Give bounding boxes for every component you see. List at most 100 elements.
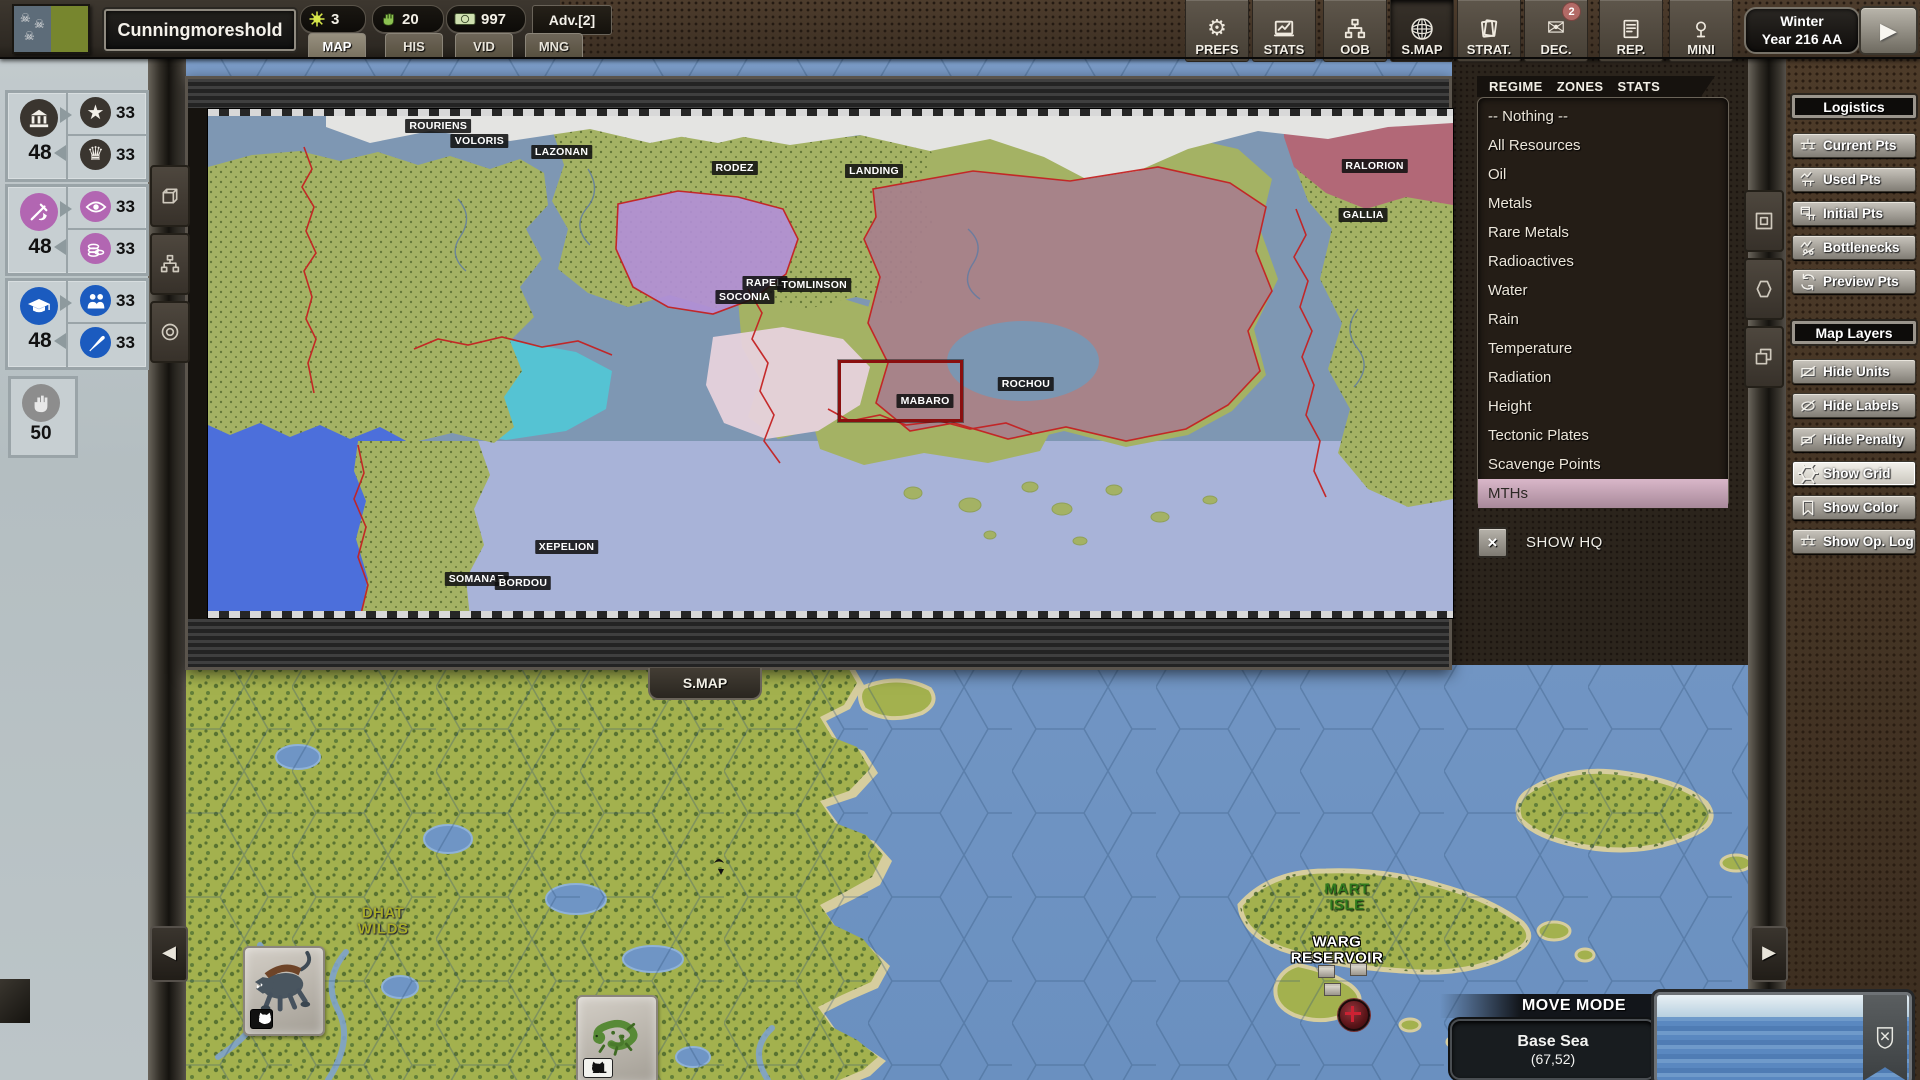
arrow-left [54, 145, 66, 161]
menu-button-label: STATS [1264, 42, 1305, 57]
divider [66, 187, 68, 273]
viewport-indicator[interactable] [838, 360, 964, 422]
stat-group[interactable]: 48 33 33 [5, 184, 149, 276]
toolbar-button-bottlenecks[interactable]: Bottlenecks [1792, 235, 1916, 260]
layer-list-item[interactable]: Scavenge Points [1478, 450, 1728, 479]
menu-button-smap[interactable]: S.MAP [1390, 0, 1454, 62]
city-label[interactable]: SOCONIA [715, 290, 774, 304]
layer-list-item[interactable]: Metals [1478, 189, 1728, 218]
regime-flag[interactable]: ☠ ☠ ☠ [12, 4, 90, 54]
view-tab-his[interactable]: HIS [385, 33, 443, 58]
toolbar-button-preview-pts[interactable]: Preview Pts [1792, 269, 1916, 294]
city-label[interactable]: LAZONAN [531, 145, 592, 159]
unrest-value: 50 [22, 423, 60, 445]
tab-copy[interactable] [1744, 326, 1784, 388]
refresh-icon [1798, 273, 1818, 291]
menu-button-label: REP. [1617, 42, 1646, 57]
city-label[interactable]: TOMLINSON [778, 278, 852, 292]
building-sprite [1318, 965, 1335, 978]
layer-list-item[interactable]: Rain [1478, 305, 1728, 334]
stat-main-icon [20, 287, 58, 325]
view-tab-mng[interactable]: MNG [525, 33, 583, 58]
unit-counter[interactable]: 11 [576, 995, 658, 1080]
city-label[interactable]: LANDING [845, 164, 903, 178]
toolbar-button-show-color[interactable]: Show Color [1792, 495, 1916, 520]
smap-window-tab[interactable]: S.MAP [648, 668, 762, 700]
layer-list-item[interactable]: Oil [1478, 160, 1728, 189]
pin-icon [1691, 16, 1711, 42]
toolbar-button-current-pts[interactable]: Current Pts [1792, 133, 1916, 158]
flag-left: ☠ ☠ ☠ [14, 6, 51, 52]
city-label[interactable]: ROCHOU [998, 377, 1054, 391]
resource-fist[interactable]: 20 [372, 5, 444, 33]
toolbar-button-initial-pts[interactable]: Initial Pts [1792, 201, 1916, 226]
city-label[interactable]: MABARO [897, 394, 954, 408]
menu-button-mini[interactable]: MINI [1669, 0, 1733, 62]
stat-group[interactable]: 48 ★ 33 ♛ 33 [5, 90, 149, 182]
advisor-button[interactable]: Adv.[2] [532, 5, 612, 35]
stat-group[interactable]: 48 33 33 [5, 278, 149, 370]
resource-sun[interactable]: 3 [300, 5, 366, 33]
globe-icon [1410, 16, 1434, 42]
regime-name-plate: Cunningmoreshold [104, 9, 296, 51]
stat-sub-icon [80, 327, 111, 358]
stat-sub-icon: ♛ [80, 139, 111, 170]
layer-list-item[interactable]: Radioactives [1478, 247, 1728, 276]
city-label[interactable]: BORDOU [495, 576, 551, 590]
layer-panel-tab[interactable]: ZONES [1557, 79, 1604, 94]
tab-structure[interactable] [150, 233, 190, 295]
unrest-stat-box[interactable]: 50 [8, 376, 78, 458]
toolbar-button-hide-units[interactable]: Hide Units [1792, 359, 1916, 384]
city-label[interactable]: VOLORIS [451, 134, 508, 148]
layer-list-item[interactable]: Rare Metals [1478, 218, 1728, 247]
menu-button-rep[interactable]: REP. [1599, 0, 1663, 62]
tab-frame[interactable] [1744, 190, 1784, 252]
toolbar-button-used-pts[interactable]: Used Pts [1792, 167, 1916, 192]
layer-panel-tab[interactable]: REGIME [1489, 79, 1543, 94]
end-turn-button[interactable]: ▶ [1859, 6, 1918, 55]
toolbar-button-show-op-log[interactable]: Show Op. Log [1792, 529, 1916, 554]
menu-button-dec[interactable]: ✉ DEC. 2 [1524, 0, 1588, 62]
layer-list-item[interactable]: Water [1478, 276, 1728, 305]
tab-camera[interactable] [150, 301, 190, 363]
show-hq-checkbox[interactable]: × [1477, 527, 1508, 558]
view-tab-vid[interactable]: VID [455, 33, 513, 58]
toolbar-button-hide-penalty[interactable]: Hide Penalty [1792, 427, 1916, 452]
tab-hex-layer[interactable] [1744, 258, 1784, 320]
layer-list-item[interactable]: Radiation [1478, 363, 1728, 392]
city-label[interactable]: RODEZ [712, 161, 758, 175]
toolbar-button-show-grid[interactable]: Show Grid [1792, 461, 1916, 486]
stat-sub-icon [80, 285, 111, 316]
strategic-map[interactable]: ROURIENS VOLORIS LAZONAN RODEZ LANDING R… [207, 108, 1454, 619]
layer-list-item[interactable]: -- Nothing -- [1478, 102, 1728, 131]
city-label[interactable]: ROURIENS [405, 119, 471, 133]
arrow-right [60, 107, 72, 123]
city-label[interactable]: RALORION [1341, 159, 1407, 173]
layer-panel-tab[interactable]: STATS [1617, 79, 1660, 94]
chartpct-icon [1798, 239, 1818, 257]
scroll-right-button[interactable]: ▶ [1750, 926, 1788, 982]
toolbar-button-label: Hide Units [1823, 364, 1890, 379]
show-hq-row: × SHOW HQ [1477, 527, 1603, 558]
tab-3d-view[interactable] [150, 165, 190, 227]
layer-list-item[interactable]: Height [1478, 392, 1728, 421]
city-label[interactable]: GALLIA [1339, 208, 1388, 222]
layer-list-item[interactable]: All Resources [1478, 131, 1728, 160]
toolbar-button-hide-labels[interactable]: Hide Labels [1792, 393, 1916, 418]
toolbar-header-logistics: Logistics [1792, 95, 1916, 118]
menu-button-oob[interactable]: OOB [1323, 0, 1387, 62]
layer-list-item[interactable]: Temperature [1478, 334, 1728, 363]
resource-banknote[interactable]: 997 [446, 5, 526, 33]
unit-counter[interactable]: 4 [243, 946, 325, 1036]
city-icon[interactable] [1338, 999, 1370, 1031]
layer-list-item[interactable]: MTHs [1478, 479, 1728, 508]
view-tab-map[interactable]: MAP [308, 33, 366, 59]
menu-button-stats[interactable]: STATS [1252, 0, 1316, 62]
map-ticks-bottom [208, 611, 1453, 618]
scroll-left-button[interactable]: ◀ [150, 926, 188, 982]
location-plate: Base Sea (67,52) [1450, 1019, 1656, 1080]
city-label[interactable]: XEPELION [535, 540, 599, 554]
layer-list-item[interactable]: Tectonic Plates [1478, 421, 1728, 450]
menu-button-strat[interactable]: STRAT. [1457, 0, 1521, 62]
menu-button-prefs[interactable]: ⚙ PREFS [1185, 0, 1249, 62]
